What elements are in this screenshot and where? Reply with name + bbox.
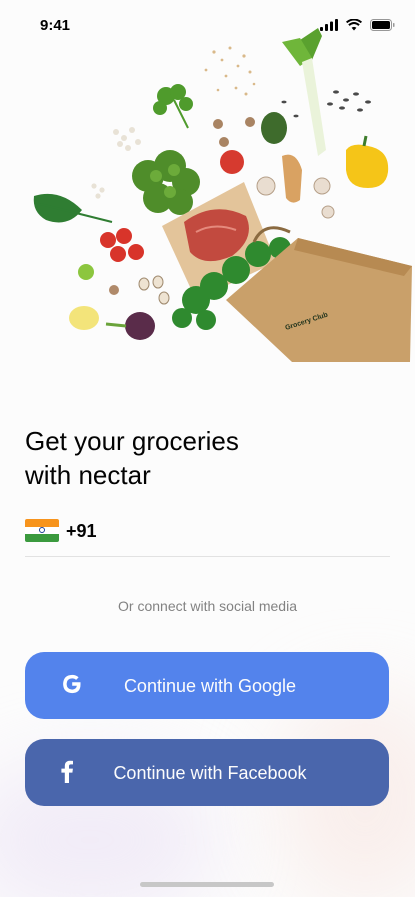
- country-dial-code[interactable]: +91: [66, 521, 97, 542]
- status-time: 9:41: [40, 17, 71, 34]
- social-media-caption: Or connect with social media: [118, 598, 297, 614]
- status-icons: [320, 19, 395, 31]
- headline-line-2: with nectar: [25, 460, 151, 490]
- phone-field-underline: [25, 556, 390, 557]
- cellular-signal-icon: [320, 19, 338, 31]
- headline-line-1: Get your groceries: [25, 426, 239, 456]
- home-indicator[interactable]: [140, 882, 274, 887]
- continue-with-facebook-button[interactable]: Continue with Facebook: [25, 739, 389, 806]
- continue-with-google-button[interactable]: Continue with Google: [25, 652, 389, 719]
- india-flag-icon[interactable]: [25, 519, 59, 542]
- phone-number-field[interactable]: +91: [25, 516, 390, 557]
- wifi-icon: [346, 19, 362, 31]
- headline: Get your groceries with nectar: [25, 424, 239, 492]
- groceries-hero-image: Grocery Club: [33, 28, 412, 362]
- status-bar: 9:41: [0, 0, 415, 48]
- battery-icon: [370, 19, 395, 31]
- facebook-button-label: Continue with Facebook: [113, 763, 307, 783]
- google-button-label: Continue with Google: [123, 676, 297, 696]
- sign-in-screen: Grocery Club 9:41 Get your groceries wit…: [0, 0, 415, 897]
